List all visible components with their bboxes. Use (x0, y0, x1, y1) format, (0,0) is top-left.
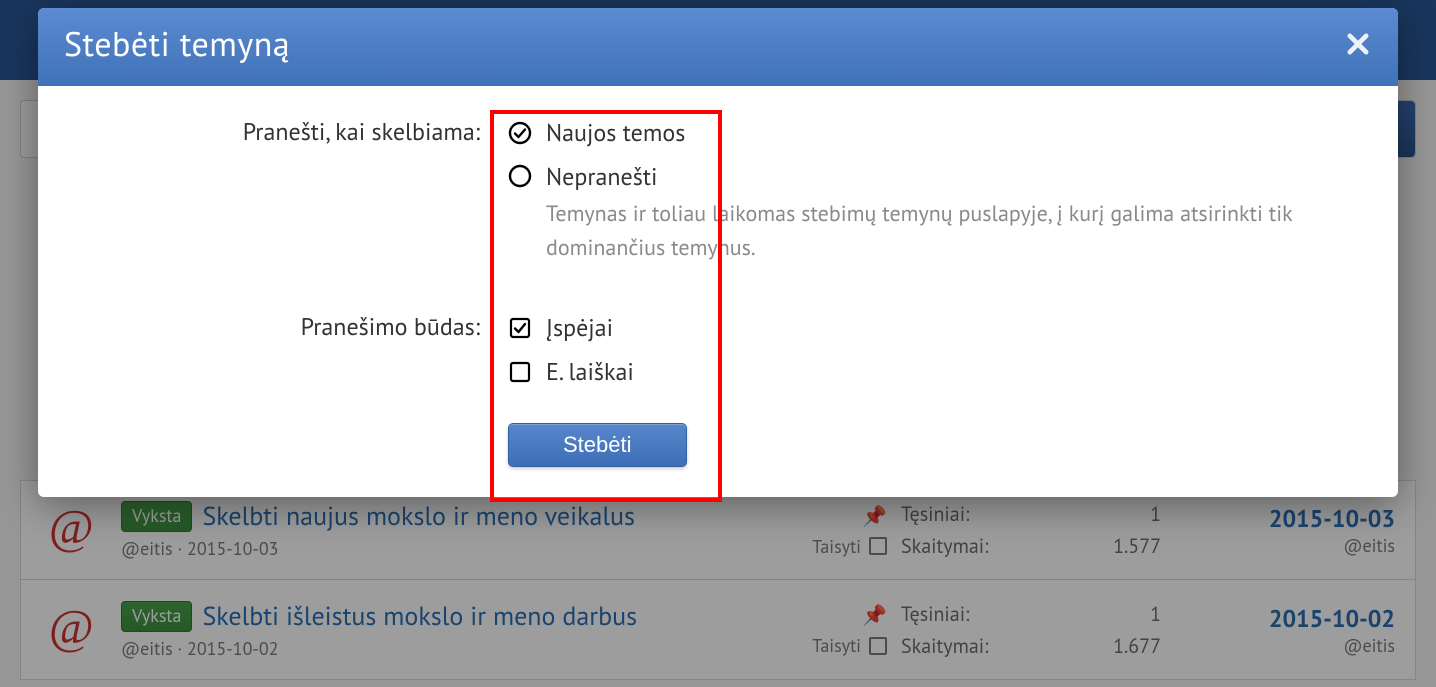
checkbox-alerts-label: Įspėjai (546, 311, 613, 345)
no-notify-help-text: Temynas ir toliau laikomas stebimų temyn… (508, 197, 1328, 265)
label-notify-when: Pranešti, kai skelbiama: (78, 116, 508, 147)
checkbox-emails[interactable]: E. laiškai (508, 355, 1358, 389)
radio-new-topics-label: Naujos temos (546, 116, 685, 150)
label-method: Pranešimo būdas: (78, 311, 508, 342)
submit-button[interactable]: Stebėti (508, 423, 687, 467)
checkbox-alerts[interactable]: Įspėjai (508, 311, 1358, 345)
row-method: Pranešimo būdas: Įspėjai E. laiškai Steb… (78, 311, 1358, 466)
checkbox-emails-label: E. laiškai (546, 355, 634, 389)
checkbox-unchecked-icon (508, 360, 532, 384)
radio-checked-icon (508, 121, 532, 145)
radio-no-notify[interactable]: Nepranešti (508, 160, 1358, 194)
radio-unchecked-icon (508, 164, 532, 188)
modal-header: Stebėti temyną (38, 8, 1398, 86)
modal-body: Pranešti, kai skelbiama: Naujos temos Ne… (38, 86, 1398, 497)
watch-forum-modal: Stebėti temyną Pranešti, kai skelbiama: … (38, 8, 1398, 497)
close-icon[interactable] (1344, 30, 1372, 58)
modal-title: Stebėti temyną (64, 22, 290, 66)
radio-new-topics[interactable]: Naujos temos (508, 116, 1358, 150)
checkbox-checked-icon (508, 316, 532, 340)
row-notify-when: Pranešti, kai skelbiama: Naujos temos Ne… (78, 116, 1358, 265)
radio-no-notify-label: Nepranešti (546, 160, 657, 194)
